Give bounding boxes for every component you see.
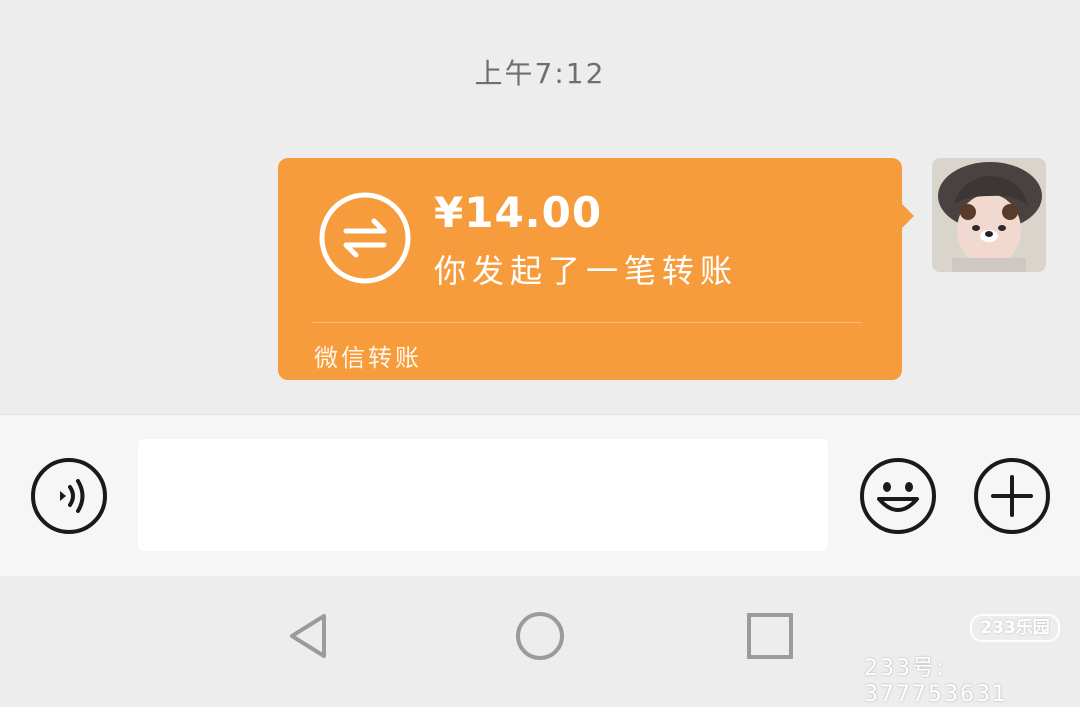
plus-icon[interactable]	[973, 457, 1051, 535]
transfer-description: 你发起了一笔转账	[434, 252, 739, 290]
chat-area: 上午7:12 ¥14.00 你发起了一笔转账 微信转账	[0, 0, 1080, 414]
card-divider	[312, 322, 862, 323]
bubble-tail	[902, 204, 914, 228]
transfer-amount: ¥14.00	[434, 188, 603, 237]
transfer-arrows-icon	[319, 192, 411, 284]
transfer-message-card[interactable]: ¥14.00 你发起了一笔转账 微信转账	[278, 158, 914, 380]
recent-square-icon[interactable]	[740, 606, 800, 666]
emoji-icon[interactable]	[859, 457, 937, 535]
watermark-text: 233号: 377753631	[864, 656, 1008, 707]
chat-input-bar	[0, 414, 1080, 577]
message-timestamp: 上午7:12	[474, 57, 606, 90]
back-triangle-icon[interactable]	[280, 606, 340, 666]
watermark-badge: 233乐园	[970, 614, 1060, 642]
message-input[interactable]	[138, 439, 828, 551]
voice-input-icon[interactable]	[30, 457, 108, 535]
home-circle-icon[interactable]	[510, 606, 570, 666]
transfer-footer-label: 微信转账	[314, 344, 422, 372]
user-avatar[interactable]	[932, 158, 1046, 272]
